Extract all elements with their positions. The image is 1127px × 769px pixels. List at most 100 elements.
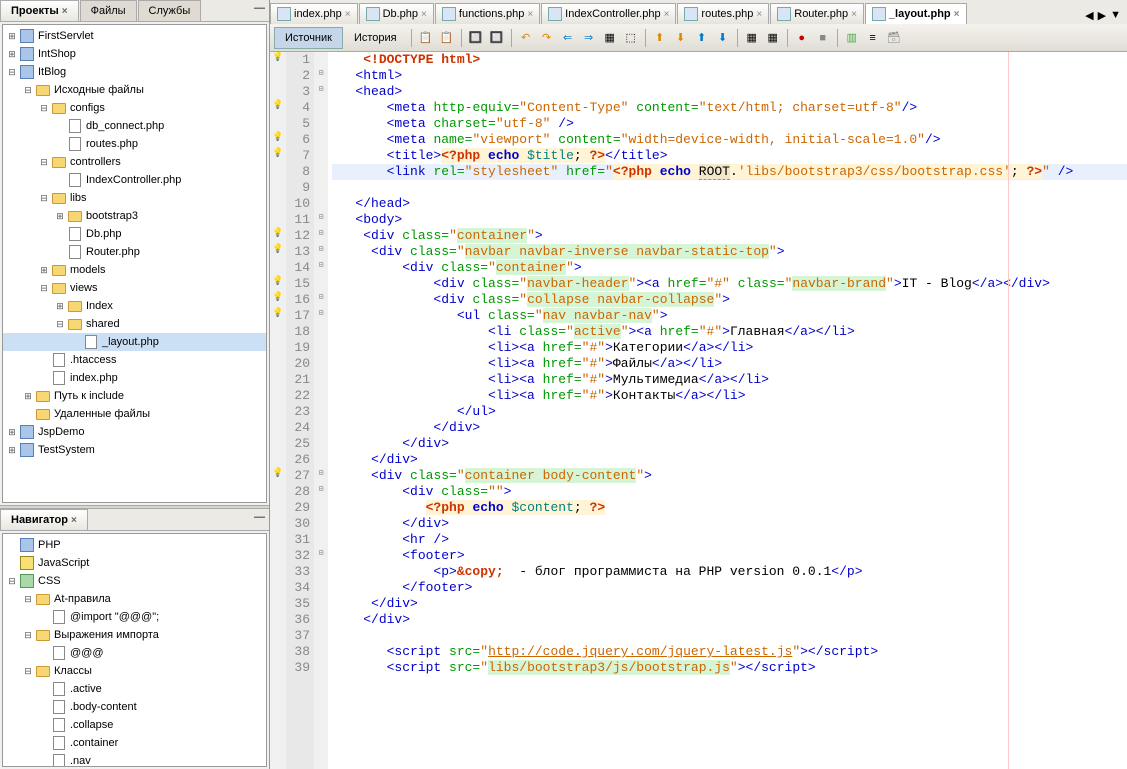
line-number[interactable]: 5 — [286, 116, 310, 132]
expand-icon[interactable]: ⊟ — [5, 67, 19, 78]
tree-item[interactable]: .container — [3, 734, 266, 752]
tree-item[interactable]: .body-content — [3, 698, 266, 716]
tree-item[interactable]: index.php — [3, 369, 266, 387]
lightbulb-icon[interactable]: 💡 — [272, 468, 283, 478]
close-icon[interactable]: × — [851, 9, 857, 20]
expand-icon[interactable]: ⊟ — [21, 666, 35, 677]
tree-item[interactable]: ⊞bootstrap3 — [3, 207, 266, 225]
editor-tab[interactable]: IndexController.php× — [541, 3, 676, 24]
lightbulb-icon[interactable]: 💡 — [272, 292, 283, 302]
tree-item[interactable]: ⊟CSS — [3, 572, 266, 590]
line-number[interactable]: 13 — [286, 244, 310, 260]
prev-tab-icon[interactable]: ◀ — [1085, 9, 1093, 22]
fold-icon[interactable] — [314, 132, 328, 148]
expand-icon[interactable]: ⊟ — [37, 157, 51, 168]
line-number[interactable]: 12 — [286, 228, 310, 244]
expand-icon[interactable]: ⊟ — [21, 85, 35, 96]
line-number[interactable]: 29 — [286, 500, 310, 516]
dropdown-icon[interactable]: ▼ — [1110, 9, 1121, 22]
tree-item[interactable]: db_connect.php — [3, 117, 266, 135]
line-number[interactable]: 4 — [286, 100, 310, 116]
editor-tab[interactable]: _layout.php× — [865, 3, 967, 24]
tree-item[interactable]: ⊞JspDemo — [3, 423, 266, 441]
fold-icon[interactable] — [314, 436, 328, 452]
lightbulb-icon[interactable]: 💡 — [272, 228, 283, 238]
project-tree[interactable]: ⊞FirstServlet⊞IntShop⊟ItBlog⊟Исходные фа… — [2, 24, 267, 503]
fold-icon[interactable] — [314, 612, 328, 628]
line-number[interactable]: 18 — [286, 324, 310, 340]
minimize-icon[interactable]: — — [250, 0, 269, 21]
expand-icon[interactable]: ⊞ — [5, 31, 19, 42]
tree-item[interactable]: routes.php — [3, 135, 266, 153]
fold-icon[interactable]: ⊟ — [314, 228, 328, 244]
tree-item[interactable]: Удаленные файлы — [3, 405, 266, 423]
fold-icon[interactable] — [314, 356, 328, 372]
fold-icon[interactable] — [314, 644, 328, 660]
tree-item[interactable]: .nav — [3, 752, 266, 767]
line-number[interactable]: 36 — [286, 612, 310, 628]
fold-icon[interactable] — [314, 596, 328, 612]
expand-icon[interactable]: ⊞ — [53, 211, 67, 222]
fold-icon[interactable] — [314, 564, 328, 580]
line-number[interactable]: 27 — [286, 468, 310, 484]
tree-item[interactable]: ⊟At-правила — [3, 590, 266, 608]
toolbar-btn[interactable]: ▥ — [842, 28, 862, 48]
record-icon[interactable]: ● — [792, 28, 812, 48]
fold-icon[interactable]: ⊟ — [314, 468, 328, 484]
tree-item[interactable]: ⊞FirstServlet — [3, 27, 266, 45]
expand-icon[interactable]: ⊟ — [5, 576, 19, 587]
toolbar-btn[interactable]: ⬇ — [671, 28, 691, 48]
fold-icon[interactable] — [314, 324, 328, 340]
editor-tab[interactable]: routes.php× — [677, 3, 769, 24]
tree-item[interactable]: ⊞IntShop — [3, 45, 266, 63]
toolbar-btn[interactable]: ▦ — [600, 28, 620, 48]
close-icon[interactable]: × — [527, 9, 533, 20]
fold-icon[interactable] — [314, 372, 328, 388]
tab-navigator[interactable]: Навигатор× — [0, 509, 88, 530]
toolbar-btn[interactable]: ⬆ — [650, 28, 670, 48]
tree-item[interactable]: ⊟Выражения импорта — [3, 626, 266, 644]
fold-icon[interactable] — [314, 404, 328, 420]
tree-item[interactable]: Router.php — [3, 243, 266, 261]
toolbar-btn[interactable]: ▦ — [763, 28, 783, 48]
expand-icon[interactable]: ⊞ — [5, 445, 19, 456]
line-number[interactable]: 39 — [286, 660, 310, 676]
fold-icon[interactable]: ⊟ — [314, 484, 328, 500]
stop-icon[interactable]: ■ — [813, 28, 833, 48]
line-number[interactable]: 37 — [286, 628, 310, 644]
fold-icon[interactable] — [314, 628, 328, 644]
minimize-icon[interactable]: — — [250, 509, 269, 530]
toolbar-btn[interactable]: 🔲 — [487, 28, 507, 48]
fold-icon[interactable] — [314, 116, 328, 132]
close-icon[interactable]: × — [71, 515, 77, 526]
tree-item[interactable]: .collapse — [3, 716, 266, 734]
editor-tab[interactable]: index.php× — [270, 3, 358, 24]
line-number[interactable]: 7 — [286, 148, 310, 164]
line-number[interactable]: 15 — [286, 276, 310, 292]
toolbar-btn[interactable]: 📋 — [437, 28, 457, 48]
lightbulb-icon[interactable]: 💡 — [272, 308, 283, 318]
lightbulb-icon[interactable]: 💡 — [272, 148, 283, 158]
tree-item[interactable]: PHP — [3, 536, 266, 554]
line-number[interactable]: 3 — [286, 84, 310, 100]
expand-icon[interactable]: ⊞ — [53, 301, 67, 312]
tree-item[interactable]: .active — [3, 680, 266, 698]
expand-icon[interactable]: ⊞ — [5, 49, 19, 60]
fold-icon[interactable] — [314, 340, 328, 356]
tab-services[interactable]: Службы — [138, 0, 202, 21]
lightbulb-icon[interactable]: 💡 — [272, 132, 283, 142]
close-icon[interactable]: × — [345, 9, 351, 20]
fold-icon[interactable] — [314, 276, 328, 292]
line-number[interactable]: 19 — [286, 340, 310, 356]
line-number[interactable]: 26 — [286, 452, 310, 468]
lightbulb-icon[interactable]: 💡 — [272, 276, 283, 286]
fold-icon[interactable] — [314, 52, 328, 68]
line-number[interactable]: 23 — [286, 404, 310, 420]
editor-tab[interactable]: Router.php× — [770, 3, 864, 24]
lightbulb-icon[interactable]: 💡 — [272, 244, 283, 254]
line-number[interactable]: 25 — [286, 436, 310, 452]
code-editor[interactable]: 💡💡💡💡💡💡💡💡💡💡 12345678910111213141516171819… — [270, 52, 1127, 769]
editor-tab[interactable]: functions.php× — [435, 3, 540, 24]
line-number[interactable]: 20 — [286, 356, 310, 372]
expand-icon[interactable]: ⊞ — [37, 265, 51, 276]
